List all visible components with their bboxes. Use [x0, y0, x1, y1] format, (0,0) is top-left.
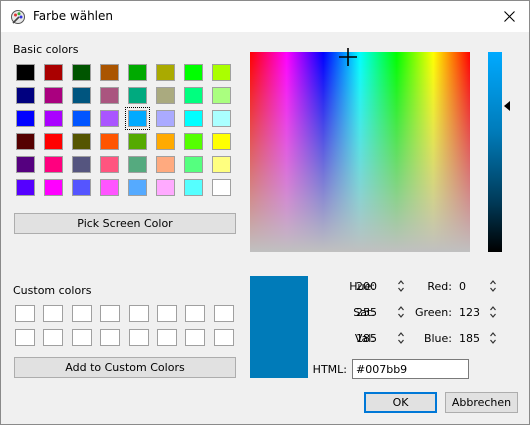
cancel-button[interactable]: Abbrechen: [445, 392, 518, 413]
color-spectrum[interactable]: [250, 52, 470, 252]
basic-color-swatch[interactable]: [184, 64, 203, 81]
basic-color-swatch[interactable]: [128, 133, 147, 150]
val-value[interactable]: 185: [356, 332, 377, 345]
color-dialog: Farbe wählen Basic colors Pick Screen Co…: [0, 0, 530, 425]
custom-color-slot[interactable]: [43, 329, 64, 346]
basic-color-swatch[interactable]: [16, 110, 35, 127]
basic-color-swatch[interactable]: [72, 64, 91, 81]
basic-color-swatch[interactable]: [125, 107, 150, 130]
basic-color-swatch[interactable]: [212, 133, 231, 150]
window-title: Farbe wählen: [33, 9, 113, 23]
basic-color-swatch[interactable]: [212, 64, 231, 81]
basic-color-swatch[interactable]: [156, 133, 175, 150]
basic-color-swatch[interactable]: [16, 133, 35, 150]
basic-color-swatch[interactable]: [100, 87, 119, 104]
basic-color-swatch[interactable]: [184, 133, 203, 150]
green-label: Green:: [414, 306, 452, 319]
sat-spin-icon[interactable]: [397, 304, 405, 320]
basic-color-swatch[interactable]: [212, 87, 231, 104]
basic-color-swatch[interactable]: [184, 179, 203, 196]
basic-color-swatch[interactable]: [16, 179, 35, 196]
custom-color-slot[interactable]: [128, 329, 149, 346]
basic-color-swatch[interactable]: [128, 87, 147, 104]
custom-color-slot[interactable]: [100, 305, 121, 322]
basic-color-swatch[interactable]: [100, 110, 119, 127]
add-to-custom-colors-button[interactable]: Add to Custom Colors: [14, 357, 236, 378]
custom-color-slot[interactable]: [128, 305, 149, 322]
basic-color-swatch[interactable]: [72, 133, 91, 150]
sat-value[interactable]: 255: [356, 306, 377, 319]
basic-color-swatch[interactable]: [128, 64, 147, 81]
basic-color-swatch[interactable]: [156, 156, 175, 173]
green-spin-icon[interactable]: [489, 304, 497, 320]
custom-color-slot[interactable]: [15, 305, 35, 322]
current-color-preview: [250, 276, 308, 378]
basic-color-swatch[interactable]: [44, 64, 63, 81]
basic-color-swatch[interactable]: [156, 87, 175, 104]
basic-color-swatch[interactable]: [44, 110, 63, 127]
basic-color-swatch[interactable]: [100, 133, 119, 150]
hue-value[interactable]: 200: [356, 280, 377, 293]
custom-color-slot[interactable]: [185, 305, 206, 322]
basic-color-swatch[interactable]: [100, 64, 119, 81]
basic-color-swatch[interactable]: [184, 110, 203, 127]
basic-color-swatch[interactable]: [72, 110, 91, 127]
custom-color-slot[interactable]: [185, 329, 206, 346]
basic-color-swatch[interactable]: [156, 110, 175, 127]
html-color-input[interactable]: [352, 359, 469, 379]
custom-color-slot[interactable]: [71, 329, 92, 346]
html-label: HTML:: [312, 363, 347, 376]
custom-color-slot[interactable]: [71, 305, 92, 322]
basic-color-swatch[interactable]: [100, 179, 119, 196]
hue-spin-icon[interactable]: [397, 278, 405, 294]
luminance-slider[interactable]: [488, 52, 502, 252]
custom-color-slot[interactable]: [213, 305, 234, 322]
ok-button[interactable]: OK: [364, 392, 437, 413]
green-value[interactable]: 123: [459, 306, 480, 319]
red-value[interactable]: 0: [459, 280, 466, 293]
blue-label: Blue:: [423, 332, 452, 345]
blue-value[interactable]: 185: [459, 332, 480, 345]
basic-color-swatch[interactable]: [212, 110, 231, 127]
basic-color-swatch[interactable]: [156, 179, 175, 196]
basic-color-swatch[interactable]: [212, 179, 231, 196]
basic-colors-label: Basic colors: [13, 43, 79, 56]
custom-color-slot[interactable]: [100, 329, 121, 346]
red-label: Red:: [427, 280, 452, 293]
basic-color-swatch[interactable]: [16, 156, 35, 173]
basic-color-swatch[interactable]: [44, 133, 63, 150]
custom-color-slot[interactable]: [15, 329, 35, 346]
basic-color-swatch[interactable]: [72, 156, 91, 173]
basic-color-swatch[interactable]: [72, 87, 91, 104]
custom-color-slot[interactable]: [157, 329, 177, 346]
blue-spin-icon[interactable]: [489, 330, 497, 346]
custom-color-slot[interactable]: [157, 305, 177, 322]
basic-color-swatch[interactable]: [128, 179, 147, 196]
basic-color-swatch[interactable]: [212, 156, 231, 173]
basic-color-swatch[interactable]: [44, 179, 63, 196]
title-bar: Farbe wählen: [1, 1, 529, 32]
luminance-arrow-icon[interactable]: [504, 101, 510, 111]
red-spin-icon[interactable]: [489, 278, 497, 294]
basic-color-swatch[interactable]: [16, 64, 35, 81]
basic-color-swatch[interactable]: [184, 87, 203, 104]
custom-color-slot[interactable]: [43, 305, 64, 322]
basic-color-swatch[interactable]: [156, 64, 175, 81]
basic-color-swatch[interactable]: [72, 179, 91, 196]
custom-colors-label: Custom colors: [13, 284, 92, 297]
custom-color-slot[interactable]: [213, 329, 234, 346]
val-spin-icon[interactable]: [397, 330, 405, 346]
basic-color-swatch[interactable]: [16, 87, 35, 104]
basic-color-swatch[interactable]: [184, 156, 203, 173]
close-icon: [503, 11, 515, 22]
close-button[interactable]: [489, 1, 529, 32]
basic-color-swatch[interactable]: [44, 156, 63, 173]
basic-color-swatch[interactable]: [128, 156, 147, 173]
basic-color-swatch[interactable]: [100, 156, 119, 173]
color-picker-icon: [11, 10, 25, 24]
basic-color-swatch[interactable]: [44, 87, 63, 104]
pick-screen-color-button[interactable]: Pick Screen Color: [14, 213, 236, 234]
